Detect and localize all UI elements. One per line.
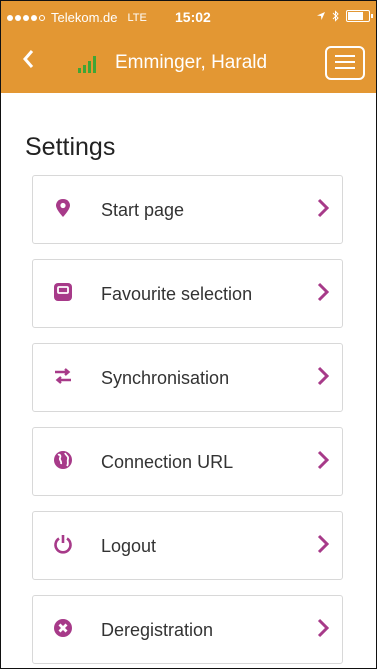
status-right [316, 10, 373, 22]
settings-item-label: Deregistration [101, 620, 214, 640]
chevron-left-icon [23, 50, 34, 68]
settings-item-logout[interactable]: Logout [32, 511, 343, 580]
x-circle-icon [54, 619, 72, 637]
power-icon [54, 535, 72, 554]
globe-icon [54, 451, 72, 469]
location-arrow-icon [317, 12, 325, 20]
chevron-right-icon [317, 618, 329, 638]
battery-icon [346, 10, 373, 22]
status-bar: Telekom.de LTE 15:02 [1, 1, 376, 35]
settings-item-connection-url[interactable]: Connection URL [32, 427, 343, 496]
settings-item-label: Connection URL [101, 452, 234, 472]
map-marker-icon [56, 199, 70, 217]
network-label: LTE [127, 11, 147, 24]
app-frame: Telekom.de LTE 15:02 Emminger, Harald Se… [0, 0, 377, 669]
status-time: 15:02 [175, 9, 211, 25]
back-button[interactable] [21, 47, 35, 77]
hamburger-menu-icon [335, 55, 355, 57]
user-name: Emminger, Harald [115, 52, 268, 73]
settings-item-label: Logout [101, 536, 157, 556]
settings-item-deregistration[interactable]: Deregistration [32, 595, 343, 664]
carrier-label: Telekom.de [51, 10, 118, 25]
settings-item-label: Start page [101, 200, 185, 220]
chevron-right-icon [317, 450, 329, 470]
bluetooth-icon [332, 10, 339, 22]
signal-bars-icon [78, 56, 96, 73]
settings-item-label: Synchronisation [101, 368, 230, 388]
square-icon [54, 283, 72, 301]
settings-list: Start page Favourite selection Synchroni… [32, 175, 343, 668]
chevron-right-icon [317, 282, 329, 302]
settings-item-label: Favourite selection [101, 284, 253, 304]
chevron-right-icon [317, 366, 329, 386]
settings-item-synchronisation[interactable]: Synchronisation [32, 343, 343, 412]
app-header: Emminger, Harald [1, 35, 376, 93]
settings-item-favourite-selection[interactable]: Favourite selection [32, 259, 343, 328]
settings-item-start-page[interactable]: Start page [32, 175, 343, 244]
status-left: Telekom.de LTE [7, 10, 147, 25]
menu-button[interactable] [325, 46, 365, 80]
chevron-right-icon [317, 534, 329, 554]
page-title: Settings [25, 133, 116, 161]
exchange-arrows-icon [55, 368, 71, 384]
signal-dots [7, 14, 45, 21]
chevron-right-icon [317, 198, 329, 218]
